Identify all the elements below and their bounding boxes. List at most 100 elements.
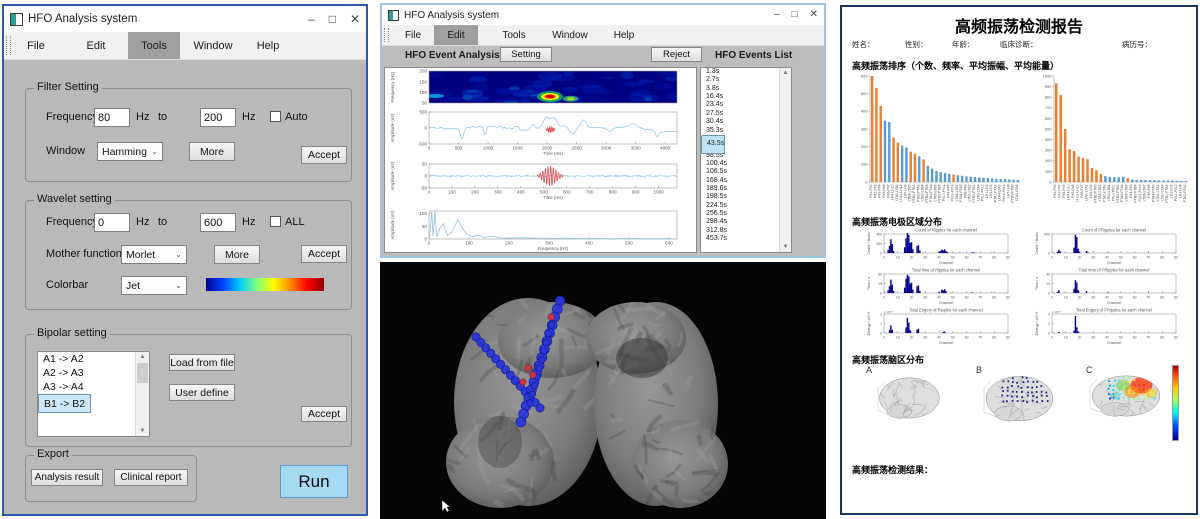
scroll-up-icon[interactable]: ▲ bbox=[780, 68, 791, 78]
menu-item-help[interactable]: Help bbox=[606, 25, 642, 45]
setting-button[interactable]: Setting bbox=[500, 47, 552, 62]
wavelet-accept-button[interactable]: Accept bbox=[301, 245, 347, 263]
filter-more-button[interactable]: More bbox=[189, 142, 235, 161]
event-item[interactable]: 106.5s bbox=[701, 168, 791, 176]
menu-item-help[interactable]: Help bbox=[248, 32, 288, 59]
svg-text:70: 70 bbox=[979, 256, 983, 260]
ripple-count-hist: 02004000102030405060708090Count / timesC… bbox=[864, 227, 1016, 269]
menu-item-tools[interactable]: Tools bbox=[128, 32, 180, 59]
brain-render-a bbox=[874, 373, 942, 421]
hfo-events-listbox[interactable]: ▲ ▼ 1.3s2.7s3.8s16.4s23.4s27.5s30.4s35.3… bbox=[700, 67, 792, 253]
svg-text:PTB4-PTB5: PTB4-PTB5 bbox=[1116, 184, 1120, 202]
menu-item-file[interactable]: File bbox=[14, 32, 58, 59]
menu-item-window[interactable]: Window bbox=[186, 32, 240, 59]
plot-panel: 20015010050Frequency (Hz) -5000500050010… bbox=[384, 67, 697, 253]
filter-freq-from-input[interactable] bbox=[94, 108, 130, 127]
svg-text:60: 60 bbox=[1133, 336, 1137, 340]
bipolar-list-item[interactable]: A2 -> A3 bbox=[38, 366, 149, 380]
title-bar[interactable]: HFO Analysis system – □ ✕ bbox=[4, 6, 366, 32]
scrollbar-thumb[interactable] bbox=[137, 363, 148, 383]
wavelet-more-button[interactable]: More bbox=[214, 245, 260, 264]
event-item[interactable]: 23.4s bbox=[701, 101, 791, 109]
svg-text:Channel: Channel bbox=[939, 261, 953, 265]
svg-text:700: 700 bbox=[1045, 105, 1052, 110]
event-item[interactable]: 224.5s bbox=[701, 202, 791, 210]
svg-text:60: 60 bbox=[1133, 256, 1137, 260]
bipolar-list-item[interactable]: A1 -> A2 bbox=[38, 352, 149, 366]
window-function-select[interactable]: Hamming⌄ bbox=[97, 142, 163, 161]
svg-text:1000: 1000 bbox=[654, 190, 665, 195]
wavelet-freq-to-input[interactable] bbox=[200, 213, 236, 232]
frequency-label: Frequency bbox=[46, 216, 98, 228]
user-define-button[interactable]: User define bbox=[169, 384, 235, 401]
brain-3d-view[interactable] bbox=[380, 262, 826, 519]
wavelet-freq-from-input[interactable] bbox=[94, 213, 130, 232]
maximize-button[interactable]: □ bbox=[792, 10, 798, 20]
minimize-button[interactable]: – bbox=[308, 13, 315, 25]
window-title: HFO Analysis system bbox=[28, 13, 137, 25]
close-button[interactable]: ✕ bbox=[350, 13, 360, 25]
event-item[interactable]: 3.8s bbox=[701, 85, 791, 93]
svg-text:0: 0 bbox=[883, 336, 885, 340]
list-scrollbar[interactable]: ▲ ▼ bbox=[779, 68, 791, 252]
svg-text:3500: 3500 bbox=[631, 146, 642, 151]
export-group: Export Analysis result Clinical report bbox=[25, 455, 197, 502]
svg-text:50: 50 bbox=[1119, 336, 1123, 340]
run-button[interactable]: Run bbox=[280, 465, 348, 498]
title-bar[interactable]: HFO Analysis system – □ ✕ bbox=[382, 5, 824, 25]
bipolar-channel-list[interactable]: ▲ ▼ A1 -> A2A2 -> A3A3 -> A4B1 -> B2B2 -… bbox=[37, 351, 150, 437]
minimize-button[interactable]: – bbox=[774, 10, 780, 20]
all-checkbox[interactable] bbox=[270, 216, 281, 227]
close-button[interactable]: ✕ bbox=[810, 10, 818, 20]
menu-item-edit[interactable]: Edit bbox=[434, 25, 478, 45]
svg-text:60: 60 bbox=[965, 296, 969, 300]
event-item[interactable]: 256.5s bbox=[701, 210, 791, 218]
maximize-button[interactable]: □ bbox=[329, 13, 336, 25]
bipolar-list-item[interactable]: A3 -> A4 bbox=[38, 380, 149, 394]
fripple-energy-hist: 0240102030405060708090Energy / uV^2Chann… bbox=[1032, 307, 1184, 349]
list-scrollbar[interactable]: ▲ ▼ bbox=[135, 352, 149, 436]
event-item[interactable]: 35.3s bbox=[701, 127, 791, 135]
event-item[interactable]: 43.5s bbox=[701, 135, 725, 154]
event-item[interactable]: 16.4s bbox=[701, 93, 791, 101]
clinical-report-button[interactable]: Clinical report bbox=[114, 469, 188, 486]
event-item[interactable]: 298.4s bbox=[701, 218, 791, 226]
svg-text:30: 30 bbox=[923, 256, 927, 260]
bipolar-accept-button[interactable]: Accept bbox=[301, 406, 347, 422]
colorbar-select[interactable]: Jet⌄ bbox=[121, 276, 187, 295]
event-item[interactable]: 2.7s bbox=[701, 76, 791, 84]
event-item[interactable]: 453.7s bbox=[701, 235, 791, 243]
menu-item-edit[interactable]: Edit bbox=[74, 32, 118, 59]
event-item[interactable]: 198.5s bbox=[701, 193, 791, 201]
filter-freq-to-input[interactable] bbox=[200, 108, 236, 127]
event-item[interactable]: 30.4s bbox=[701, 118, 791, 126]
svg-text:1: 1 bbox=[880, 322, 882, 326]
load-from-file-button[interactable]: Load from file bbox=[169, 354, 235, 371]
svg-text:90: 90 bbox=[1174, 256, 1178, 260]
scroll-down-icon[interactable]: ▼ bbox=[780, 242, 791, 252]
event-item[interactable]: 1.3s bbox=[701, 68, 791, 76]
analysis-result-button[interactable]: Analysis result bbox=[31, 469, 103, 486]
scroll-up-icon[interactable]: ▲ bbox=[136, 352, 149, 362]
svg-text:Channel: Channel bbox=[939, 341, 953, 345]
menu-item-file[interactable]: File bbox=[396, 25, 430, 45]
mother-function-label: Mother function bbox=[46, 248, 122, 260]
reject-button[interactable]: Reject bbox=[651, 47, 702, 62]
auto-checkbox[interactable] bbox=[270, 111, 281, 122]
event-item[interactable]: 27.5s bbox=[701, 110, 791, 118]
svg-text:0: 0 bbox=[865, 179, 868, 184]
scroll-down-icon[interactable]: ▼ bbox=[136, 426, 149, 436]
menu-item-tools[interactable]: Tools bbox=[494, 25, 534, 45]
bipolar-list-item[interactable]: B1 -> B2 bbox=[38, 394, 91, 413]
event-item[interactable]: 100.4s bbox=[701, 160, 791, 168]
filter-accept-button[interactable]: Accept bbox=[301, 146, 347, 164]
menu-item-window[interactable]: Window bbox=[546, 25, 594, 45]
svg-text:400: 400 bbox=[876, 233, 882, 237]
event-item[interactable]: 189.6s bbox=[701, 185, 791, 193]
event-item[interactable]: 312.8s bbox=[701, 227, 791, 235]
time-frequency-spectrogram: 20015010050Frequency (Hz) bbox=[385, 68, 690, 108]
mother-function-select[interactable]: Morlet⌄ bbox=[121, 245, 187, 264]
svg-text:700: 700 bbox=[586, 190, 594, 195]
event-item[interactable]: 168.4s bbox=[701, 177, 791, 185]
export-legend: Export bbox=[34, 448, 72, 460]
